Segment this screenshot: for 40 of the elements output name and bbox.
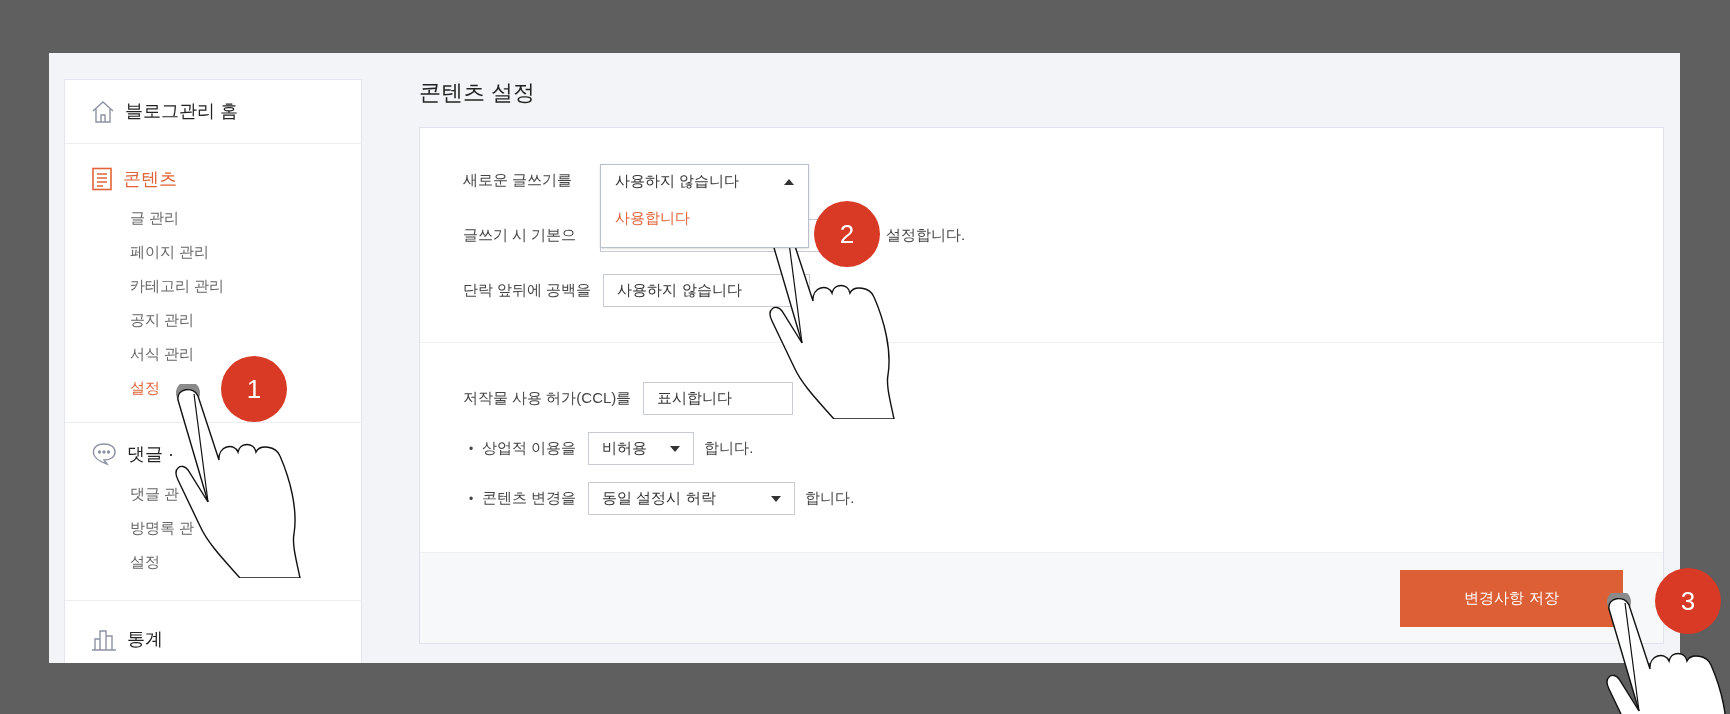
select-box[interactable]: 비허용 [588, 432, 695, 465]
setting-text: 설정합니다. [886, 225, 966, 246]
sidebar-section-title[interactable]: 콘텐츠 [123, 165, 177, 193]
sidebar-item[interactable]: 설정 [130, 545, 160, 579]
sidebar-item[interactable]: 댓글 관 [130, 477, 180, 511]
sidebar-item[interactable]: 서식 관리 [130, 337, 195, 371]
sidebar-item[interactable]: 방명록 관 [130, 511, 195, 545]
bullet: • [468, 490, 475, 508]
sidebar-item[interactable]: 설정 [130, 371, 160, 405]
bar-chart-icon [91, 627, 117, 651]
sidebar-item[interactable]: 글 관리 [130, 201, 180, 235]
document-icon [91, 167, 113, 191]
sidebar-section-title[interactable]: 통계 [127, 625, 163, 653]
setting-label: 새로운 글쓰기를 [463, 170, 574, 191]
setting-label: 저작물 사용 허가(CCL)를 [463, 388, 632, 409]
sidebar-item[interactable]: 페이지 관리 [130, 235, 210, 269]
page-title: 콘텐츠 설정 [419, 79, 537, 107]
home-icon [91, 99, 115, 124]
bullet: • [468, 440, 475, 458]
sidebar-item[interactable]: 카테고리 관리 [130, 269, 225, 303]
setting-label: 콘텐츠 변경을 [482, 488, 577, 509]
save-button[interactable]: 변경사항 저장 [1400, 570, 1623, 627]
setting-text: 합니다. [805, 488, 855, 509]
dropdown-value: 사용하지 않습니다 [615, 171, 740, 192]
sidebar-section-title[interactable]: 댓글 · [127, 440, 174, 468]
setting-label: 상업적 이용을 [482, 438, 577, 459]
caret-up-icon [784, 178, 794, 185]
select-box[interactable]: 동일 설정시 허락 [588, 482, 796, 515]
select-box[interactable]: 표시합니다 [643, 382, 794, 415]
caret-down-icon [771, 495, 782, 502]
sidebar-item[interactable]: 공지 관리 [130, 303, 195, 337]
setting-text: 합니다. [704, 438, 754, 459]
sidebar-section-title[interactable]: 블로그관리 홈 [125, 98, 238, 125]
step-badge: 3 [1655, 568, 1721, 634]
speech-bubble-icon [91, 442, 117, 466]
setting-label: 단락 앞뒤에 공백을 [463, 280, 592, 301]
setting-label: 글쓰기 시 기본으 [463, 225, 578, 246]
dropdown-menu[interactable]: 사용하지 않습니다 사용합니다 [600, 164, 809, 248]
dropdown-option[interactable]: 사용합니다 [601, 198, 808, 247]
caret-down-icon [670, 445, 681, 452]
